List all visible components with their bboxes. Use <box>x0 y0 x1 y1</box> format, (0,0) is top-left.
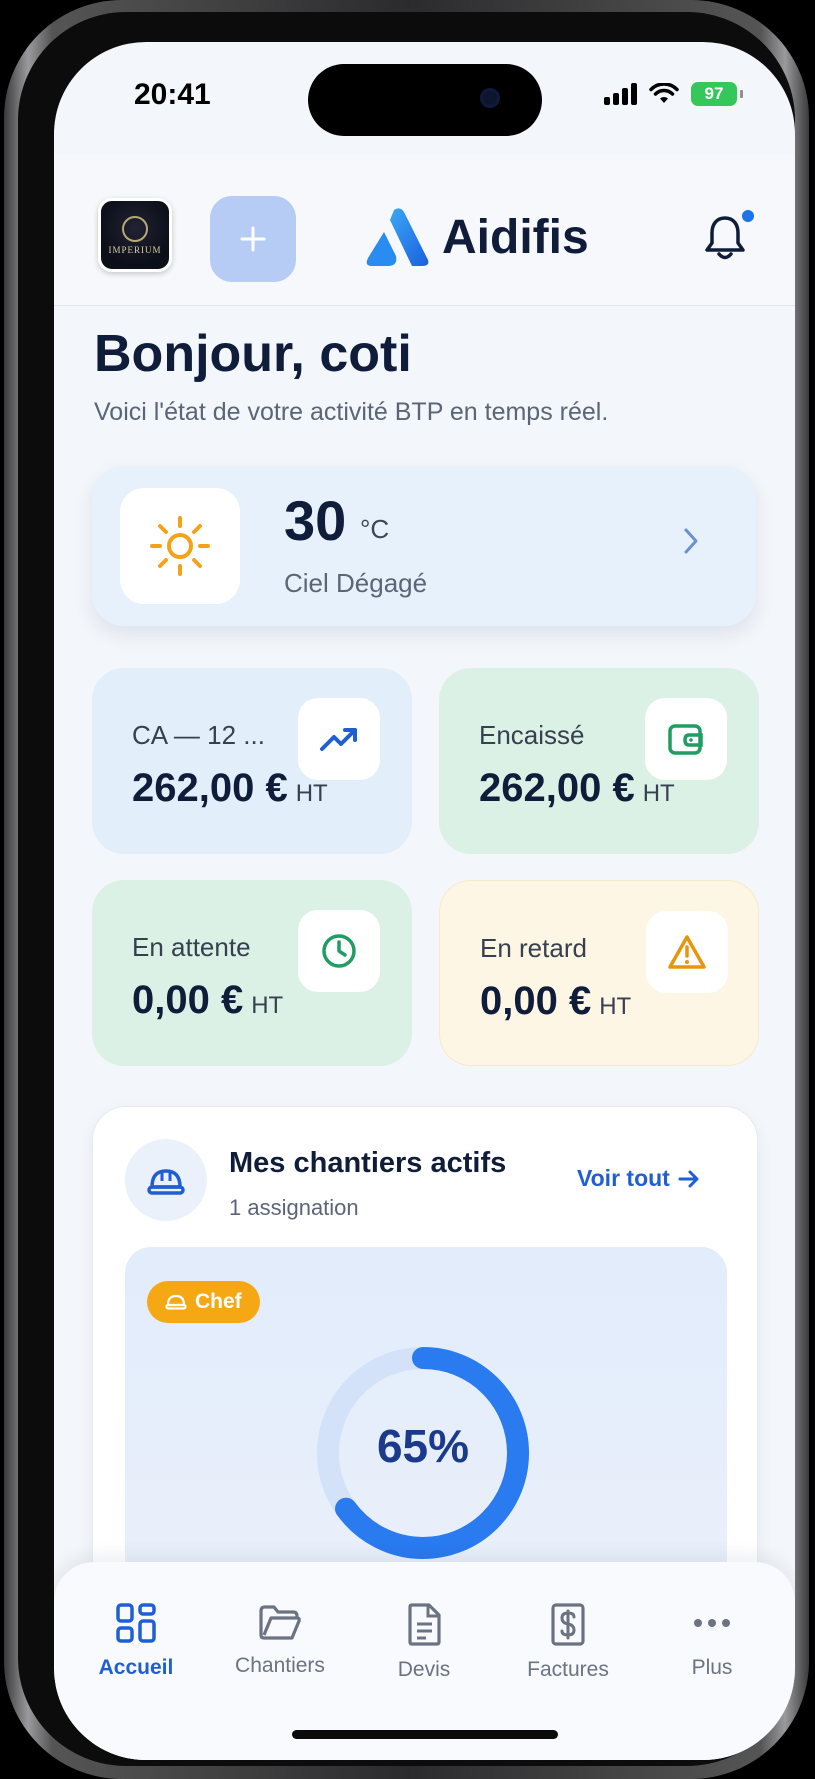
see-all-link[interactable]: Voir tout <box>577 1165 700 1192</box>
stat-label: En retard <box>480 933 587 963</box>
stat-icon-box <box>645 698 727 780</box>
battery-level: 97 <box>704 84 724 103</box>
clock-icon <box>322 934 356 968</box>
wifi-icon <box>649 83 679 103</box>
helmet-icon <box>147 1169 185 1195</box>
aidifis-logo-icon <box>366 208 429 266</box>
stat-label: Encaissé <box>479 720 585 750</box>
stat-card-revenue[interactable]: CA — 12 ... 262,00 € HT <box>92 668 412 854</box>
add-button[interactable] <box>210 196 296 282</box>
status-icons: 97 <box>604 82 743 106</box>
company-logo-icon <box>122 215 148 242</box>
folder-icon <box>259 1605 301 1640</box>
see-all-label: Voir tout <box>577 1165 670 1191</box>
stat-icon-box <box>298 698 380 780</box>
battery-icon: 97 <box>691 82 743 106</box>
sites-title: Mes chantiers actifs <box>229 1147 507 1179</box>
weather-card[interactable]: 30 °C Ciel Dégagé <box>92 466 756 626</box>
stat-amount: 262,00 € <box>479 766 635 810</box>
notification-dot <box>742 210 754 222</box>
invoice-dollar-icon <box>551 1603 585 1646</box>
arrow-right-icon <box>678 1170 699 1187</box>
weather-icon-box <box>120 488 240 604</box>
stat-label: En attente <box>132 932 251 962</box>
tab-label: Factures <box>527 1658 609 1681</box>
greeting-subtitle: Voici l'état de votre activité BTP en te… <box>94 398 609 426</box>
stat-card-overdue[interactable]: En retard 0,00 € HT <box>439 880 759 1066</box>
weather-temperature: 30 <box>284 489 347 552</box>
chevron-right-icon <box>684 528 698 554</box>
signal-icon <box>604 83 637 105</box>
plus-icon <box>240 226 266 252</box>
tab-label: Chantiers <box>235 1654 325 1677</box>
stat-amount: 0,00 € <box>480 979 592 1023</box>
stat-value: 262,00 € HT <box>132 766 328 811</box>
stat-icon-box <box>646 911 728 993</box>
tab-chantiers[interactable]: Chantiers <box>210 1602 350 1678</box>
stat-value: 262,00 € HT <box>479 766 675 811</box>
sites-subtitle: 1 assignation <box>229 1195 359 1220</box>
warning-icon <box>668 935 706 969</box>
sun-icon <box>150 516 210 576</box>
tab-label: Devis <box>397 1658 451 1681</box>
grid-icon <box>116 1603 156 1643</box>
brand-name: Aidifis <box>442 210 589 264</box>
stat-suffix: HT <box>295 780 328 807</box>
tab-label: Plus <box>691 1656 733 1679</box>
weather-unit: °C <box>360 514 390 544</box>
app-header: IMPERIUM Aidifis <box>54 154 795 306</box>
home-indicator[interactable] <box>292 1730 558 1739</box>
stat-suffix: HT <box>599 993 632 1020</box>
helmet-icon-box <box>125 1139 207 1221</box>
helmet-icon <box>165 1294 187 1310</box>
dynamic-island <box>308 64 542 136</box>
stat-card-pending[interactable]: En attente 0,00 € HT <box>92 880 412 1066</box>
stat-label: CA — 12 ... <box>132 720 265 750</box>
weather-description: Ciel Dégagé <box>284 568 428 598</box>
tab-devis[interactable]: Devis <box>354 1602 494 1682</box>
role-badge: Chef <box>147 1281 260 1323</box>
status-time: 20:41 <box>134 78 211 111</box>
stat-amount: 0,00 € <box>132 978 244 1022</box>
phone-frame: 20:41 97 IMPERIUM Aidifis Bonjour, coti … <box>4 0 809 1779</box>
brand: Aidifis <box>364 206 589 268</box>
trending-up-icon <box>320 728 357 751</box>
company-avatar[interactable]: IMPERIUM <box>98 198 172 272</box>
avatar-text: IMPERIUM <box>108 244 162 255</box>
stat-amount: 262,00 € <box>132 766 288 810</box>
stat-card-collected[interactable]: Encaissé 262,00 € HT <box>439 668 759 854</box>
greeting-title: Bonjour, coti <box>94 325 412 383</box>
camera-icon <box>480 88 500 108</box>
document-icon <box>408 1603 441 1646</box>
more-icon <box>694 1619 730 1627</box>
wallet-icon <box>668 724 703 755</box>
stat-value: 0,00 € HT <box>132 978 283 1023</box>
phone-bezel: 20:41 97 IMPERIUM Aidifis Bonjour, coti … <box>18 12 795 1766</box>
stat-icon-box <box>298 910 380 992</box>
role-badge-label: Chef <box>195 1290 242 1313</box>
stat-suffix: HT <box>642 780 675 807</box>
tab-factures[interactable]: Factures <box>498 1602 638 1682</box>
progress-percentage: 65% <box>376 1420 470 1472</box>
screen: 20:41 97 IMPERIUM Aidifis Bonjour, coti … <box>54 42 795 1760</box>
tab-plus[interactable]: Plus <box>642 1602 782 1680</box>
tab-label: Accueil <box>98 1656 174 1679</box>
tab-accueil[interactable]: Accueil <box>66 1602 206 1680</box>
stat-suffix: HT <box>251 992 284 1019</box>
bell-icon[interactable] <box>702 214 748 262</box>
stat-value: 0,00 € HT <box>480 979 631 1024</box>
